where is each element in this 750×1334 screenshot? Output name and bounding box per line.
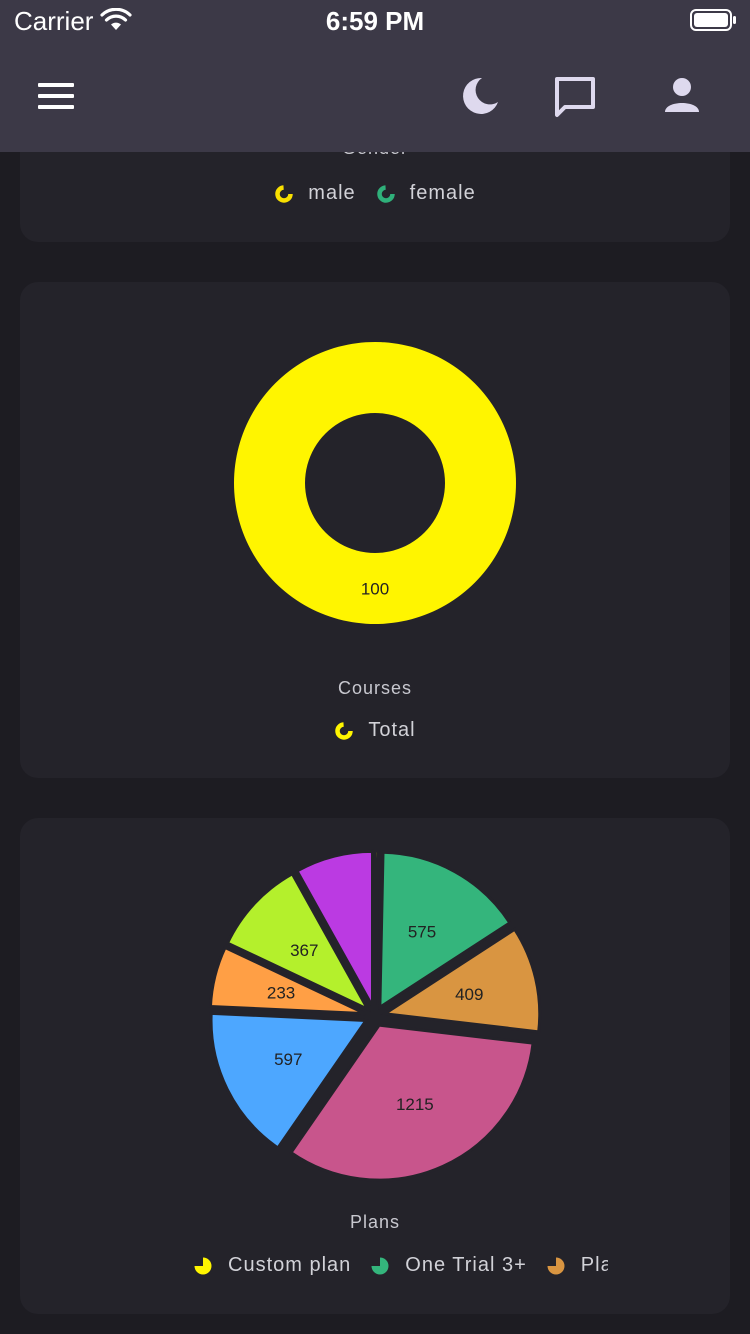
courses-legend: Total	[20, 719, 730, 742]
legend-label: male	[308, 182, 356, 204]
gender-legend: male female	[20, 182, 730, 205]
donut-value-label: 100	[361, 580, 389, 599]
chat-icon[interactable]	[552, 74, 598, 125]
pie-value-label: 409	[455, 985, 483, 1004]
legend-item-female[interactable]: female	[376, 182, 476, 205]
plans-pie-chart: 575 409 1215 597 233 367	[208, 849, 542, 1182]
pie-value-label: 575	[408, 922, 436, 941]
donut-legend-icon	[275, 184, 294, 203]
legend-item-total[interactable]: Total	[334, 719, 415, 742]
pie-value-label: 367	[290, 941, 318, 960]
legend-label: One Trial 3+	[405, 1254, 527, 1276]
legend-label: Pla	[580, 1254, 608, 1276]
moon-icon[interactable]	[458, 74, 502, 123]
legend-item-male[interactable]: male	[274, 182, 355, 205]
courses-chart-label: Courses	[337, 678, 413, 698]
pie-legend-icon	[371, 1257, 389, 1274]
legend-item-custom-plan[interactable]: Custom plan	[192, 1254, 351, 1277]
legend-item-plan[interactable]: Pla	[545, 1254, 608, 1277]
donut-legend-icon	[376, 184, 395, 203]
pie-value-label: 597	[274, 1050, 302, 1069]
legend-item-one-trial[interactable]: One Trial 3+	[369, 1254, 527, 1277]
battery-icon	[690, 8, 738, 37]
legend-label: Total	[368, 719, 416, 741]
clock: 6:59 PM	[325, 6, 425, 36]
courses-chart-card: 100 Courses Total	[20, 282, 730, 778]
pie-value-label: 1215	[396, 1095, 434, 1114]
legend-label: Custom plan	[228, 1254, 352, 1276]
pie-legend-icon	[547, 1257, 565, 1274]
plans-chart-label: Plans	[349, 1212, 401, 1232]
person-icon[interactable]	[660, 74, 704, 123]
pie-slice[interactable]	[373, 849, 380, 1007]
legend-label: female	[409, 182, 476, 204]
plans-legend: Custom plan One Trial 3+ Pla	[192, 1254, 608, 1277]
app-bar	[0, 40, 750, 152]
plans-chart-card: 575 409 1215 597 233 367 Plans Custom plan On…	[20, 818, 730, 1314]
status-bar: Carrier 6:59 PM	[0, 0, 750, 40]
pie-legend-icon	[194, 1257, 212, 1274]
pie-value-label: 233	[267, 984, 295, 1003]
hamburger-menu-icon[interactable]	[36, 80, 76, 117]
courses-donut-chart: 100	[233, 342, 516, 624]
donut-legend-icon	[335, 721, 354, 740]
